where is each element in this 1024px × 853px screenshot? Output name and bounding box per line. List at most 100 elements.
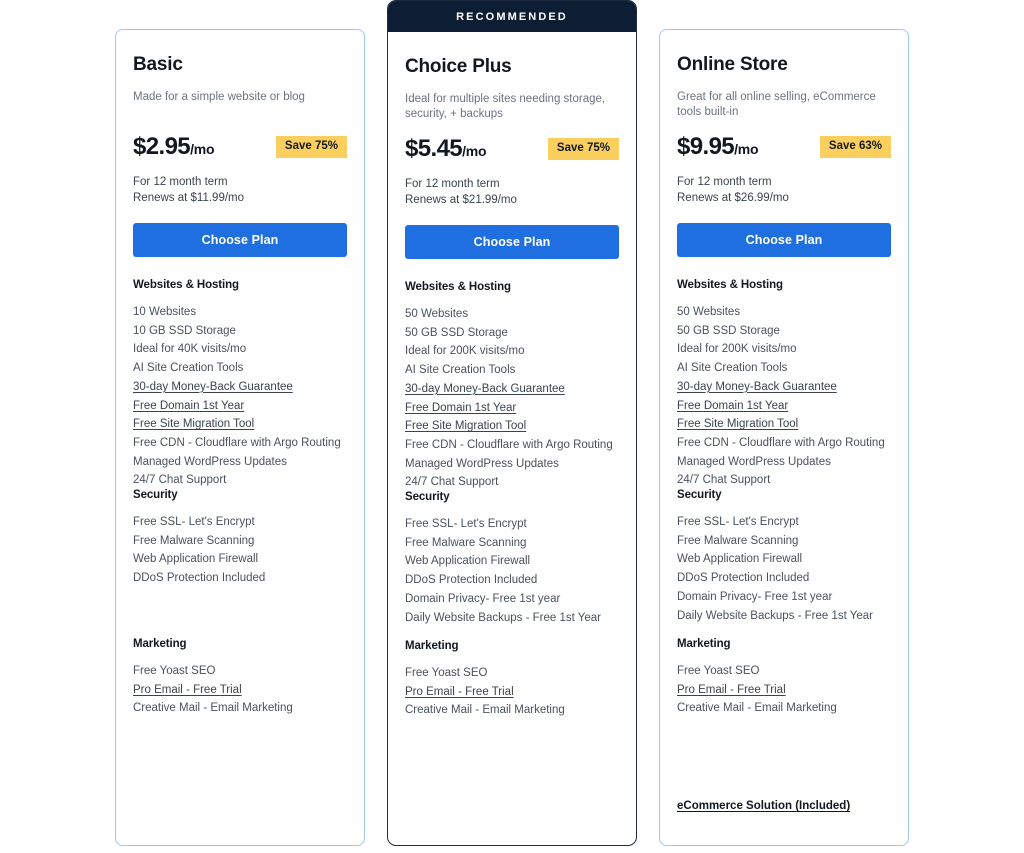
- feature-item-tooltip[interactable]: Free Site Migration Tool: [405, 417, 619, 436]
- price-period: /mo: [462, 143, 487, 159]
- feature-item: Web Application Firewall: [133, 553, 259, 566]
- feature-item: 10 Websites: [133, 306, 197, 318]
- section-websites-hosting: Websites & Hosting 10 Websites 10 GB SSD …: [133, 279, 347, 489]
- feature-item: Free Yoast SEO: [677, 665, 760, 677]
- feature-item: Managed WordPress Updates: [677, 455, 831, 468]
- plan-card-body: Online Store Great for all online sellin…: [660, 30, 908, 853]
- feature-item: DDoS Protection Included: [405, 574, 538, 587]
- section-title: Websites & Hosting: [405, 281, 511, 293]
- feature-item-tooltip[interactable]: Free Domain 1st Year: [133, 397, 347, 416]
- feature-item: Free Malware Scanning: [677, 534, 799, 547]
- feature-item: Managed WordPress Updates: [405, 457, 559, 470]
- choose-plan-button[interactable]: Choose Plan: [405, 225, 619, 259]
- recommended-ribbon: RECOMMENDED: [388, 1, 636, 32]
- feature-item: Free CDN - Cloudflare with Argo Routing: [133, 436, 341, 449]
- choose-plan-button[interactable]: Choose Plan: [133, 223, 347, 257]
- feature-item: AI Site Creation Tools: [677, 362, 788, 375]
- features-list: Websites & Hosting 50 Websites 50 GB SSD …: [677, 279, 891, 853]
- feature-item: 24/7 Chat Support: [133, 474, 227, 487]
- feature-item-tooltip[interactable]: Free Site Migration Tool: [677, 415, 891, 434]
- plan-title: Online Store: [677, 54, 788, 75]
- plan-card-basic: Basic Made for a simple website or blog …: [115, 29, 365, 846]
- extra-feature-slot: [133, 765, 347, 853]
- section-title: Marketing: [677, 638, 731, 650]
- price-period: /mo: [734, 141, 759, 157]
- feature-item-tooltip[interactable]: Pro Email - Free Trial: [133, 681, 347, 700]
- feature-item: Free CDN - Cloudflare with Argo Routing: [405, 438, 613, 451]
- price-amount: $2.95: [133, 133, 191, 160]
- renewal-text: Renews at $11.99/mo: [133, 192, 245, 204]
- section-websites-hosting: Websites & Hosting 50 Websites 50 GB SSD …: [677, 279, 891, 489]
- feature-item: Ideal for 200K visits/mo: [405, 345, 525, 358]
- price-row: $2.95/mo Save 75%: [133, 132, 347, 162]
- term-text: For 12 month term: [133, 176, 228, 188]
- plan-tagline: Ideal for multiple sites needing storage…: [405, 93, 606, 120]
- feature-item: Domain Privacy- Free 1st year: [405, 592, 561, 605]
- section-title: Security: [405, 491, 450, 503]
- feature-item: DDoS Protection Included: [677, 572, 810, 585]
- price-amount: $9.95: [677, 133, 735, 160]
- feature-item: Web Application Firewall: [677, 553, 803, 566]
- extra-feature-slot: [405, 767, 619, 845]
- feature-item: Ideal for 40K visits/mo: [133, 343, 247, 356]
- section-title: Websites & Hosting: [677, 279, 783, 291]
- feature-item: Free SSL- Let's Encrypt: [677, 516, 799, 528]
- feature-item-tooltip[interactable]: Free Site Migration Tool: [133, 415, 347, 434]
- feature-item-tooltip[interactable]: 30-day Money-Back Guarantee: [677, 378, 891, 397]
- feature-item-tooltip[interactable]: 30-day Money-Back Guarantee: [133, 378, 347, 397]
- features-list: Websites & Hosting 10 Websites 10 GB SSD …: [133, 279, 347, 853]
- feature-item: Free Yoast SEO: [133, 665, 216, 677]
- price-amount: $5.45: [405, 135, 463, 162]
- renewal-text: Renews at $21.99/mo: [405, 194, 517, 206]
- save-badge: Save 63%: [819, 136, 891, 158]
- feature-item: Free SSL- Let's Encrypt: [405, 518, 527, 530]
- save-badge: Save 75%: [547, 138, 619, 160]
- plan-price: $2.95/mo: [133, 133, 215, 161]
- feature-item: 50 Websites: [405, 308, 469, 320]
- feature-item-tooltip[interactable]: Pro Email - Free Trial: [677, 681, 891, 700]
- feature-item: 50 GB SSD Storage: [405, 326, 508, 339]
- price-row: $9.95/mo Save 63%: [677, 132, 891, 162]
- section-title: Marketing: [405, 640, 459, 652]
- section-marketing: Marketing Free Yoast SEO Pro Email - Free…: [133, 638, 347, 765]
- feature-item: Domain Privacy- Free 1st year: [677, 590, 833, 603]
- feature-item: 24/7 Chat Support: [405, 476, 499, 489]
- feature-item: 50 GB SSD Storage: [677, 324, 780, 337]
- feature-item: 10 GB SSD Storage: [133, 324, 236, 337]
- extra-feature-slot: eCommerce Solution (Included): [677, 765, 891, 853]
- plan-price: $5.45/mo: [405, 135, 487, 163]
- feature-item: AI Site Creation Tools: [133, 362, 244, 375]
- plan-tagline: Great for all online selling, eCommerce …: [677, 91, 876, 118]
- section-security: Security Free SSL- Let's Encrypt Free Mal…: [677, 489, 891, 638]
- plan-card-choice-plus: RECOMMENDED Choice Plus Ideal for multip…: [387, 0, 637, 846]
- section-websites-hosting: Websites & Hosting 50 Websites 50 GB SSD …: [405, 281, 619, 491]
- feature-item: Ideal for 200K visits/mo: [677, 343, 797, 356]
- section-title: Websites & Hosting: [133, 279, 239, 291]
- term-text: For 12 month term: [677, 176, 772, 188]
- save-badge: Save 75%: [275, 136, 347, 158]
- feature-item: Daily Website Backups - Free 1st Year: [405, 611, 602, 624]
- plan-card-body: Choice Plus Ideal for multiple sites nee…: [388, 32, 636, 845]
- ecommerce-solution-feature[interactable]: eCommerce Solution (Included): [677, 800, 891, 812]
- feature-item: DDoS Protection Included: [133, 572, 266, 585]
- plan-card-online-store: Online Store Great for all online sellin…: [659, 29, 909, 846]
- price-period: /mo: [190, 141, 215, 157]
- feature-item: AI Site Creation Tools: [405, 364, 516, 377]
- feature-item-tooltip[interactable]: Free Domain 1st Year: [677, 397, 891, 416]
- feature-item: Web Application Firewall: [405, 555, 531, 568]
- feature-item-tooltip[interactable]: Free Domain 1st Year: [405, 399, 619, 418]
- plan-tagline: Made for a simple website or blog: [133, 91, 305, 103]
- feature-item: Managed WordPress Updates: [133, 455, 287, 468]
- section-title: Security: [677, 489, 722, 501]
- feature-item: Free Malware Scanning: [405, 536, 527, 549]
- feature-item: Creative Mail - Email Marketing: [677, 702, 837, 715]
- feature-item-tooltip[interactable]: 30-day Money-Back Guarantee: [405, 380, 619, 399]
- feature-item-tooltip[interactable]: Pro Email - Free Trial: [405, 683, 619, 702]
- choose-plan-button[interactable]: Choose Plan: [677, 223, 891, 257]
- section-marketing: Marketing Free Yoast SEO Pro Email - Free…: [677, 638, 891, 765]
- plan-price: $9.95/mo: [677, 133, 759, 161]
- term-text: For 12 month term: [405, 178, 500, 190]
- feature-item: Free Malware Scanning: [133, 534, 255, 547]
- plan-title: Choice Plus: [405, 56, 512, 77]
- feature-item: Creative Mail - Email Marketing: [405, 704, 565, 717]
